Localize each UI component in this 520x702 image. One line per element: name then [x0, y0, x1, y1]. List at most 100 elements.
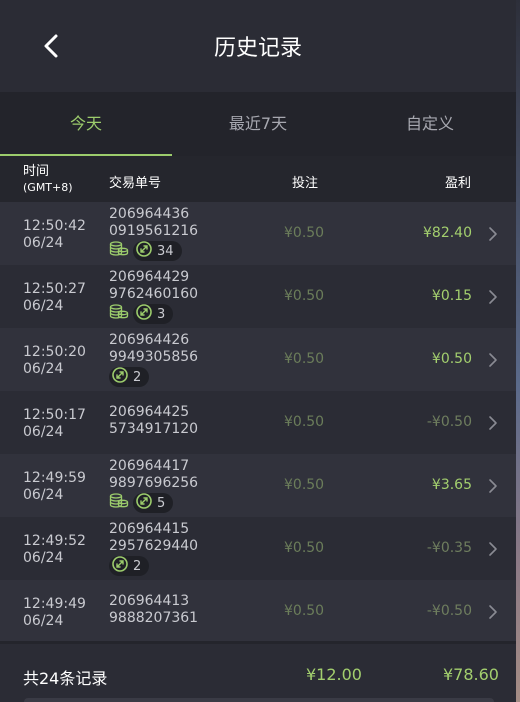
spin-arrows-icon [111, 366, 129, 389]
free-spin-badge: 5 [133, 492, 174, 515]
column-header-time: 时间 (GMT+8) [23, 164, 73, 196]
back-arrow-icon[interactable] [34, 28, 70, 64]
record-profit: -¥0.50 [426, 603, 472, 619]
coin-stack-icon [109, 492, 129, 515]
free-spin-badge: 3 [133, 303, 174, 326]
record-time-clock: 12:50:27 [23, 281, 86, 297]
record-row[interactable]: 12:50:20 06/24 206964426 9949305856 2 ¥0.50 ¥0… [0, 328, 516, 391]
record-time-clock: 12:50:17 [23, 407, 86, 423]
free-spin-count: 34 [157, 243, 174, 259]
tab-today[interactable]: 今天 [0, 92, 172, 156]
coin-stack-icon [109, 303, 129, 326]
record-profit: ¥0.50 [431, 351, 472, 367]
record-profit: ¥82.40 [423, 225, 472, 241]
record-row[interactable]: 12:49:52 06/24 206964415 2957629440 2 ¥0.50 -¥… [0, 517, 516, 580]
record-profit: ¥0.15 [431, 288, 472, 304]
record-row[interactable]: 12:49:59 06/24 206964417 9897696256 5 ¥0.50 ¥3… [0, 454, 516, 517]
column-header-bet: 投注 [292, 176, 319, 191]
page-title: 历史记录 [213, 36, 302, 61]
coin-stack-icon [109, 240, 129, 263]
record-row[interactable]: 12:50:17 06/24 206964425 5734917120 ¥0.50 -¥0… [0, 391, 516, 454]
record-time-clock: 12:49:52 [23, 533, 86, 549]
record-badges: 2 [109, 555, 198, 578]
record-badges: 2 [109, 366, 198, 389]
record-badges: 3 [109, 303, 198, 326]
record-time: 12:50:27 06/24 [23, 281, 86, 315]
record-bet: ¥0.50 [284, 351, 325, 367]
record-bet: ¥0.50 [284, 288, 325, 304]
free-spin-count: 2 [133, 558, 142, 574]
spin-arrows-icon [135, 240, 153, 263]
record-order-number: 206964417 9897696256 5 [109, 458, 198, 513]
column-header-time-label: 时间 [23, 164, 50, 179]
history-screen: 历史记录 今天 最近7天 自定义 时间 (GMT+8) 交易单号 投注 盈利 1… [0, 0, 516, 702]
column-header-timezone: (GMT+8) [23, 181, 73, 194]
record-profit: ¥3.65 [431, 477, 472, 493]
record-time-clock: 12:49:59 [23, 470, 86, 486]
order-number-line1: 206964417 [109, 458, 190, 474]
record-time: 12:49:49 06/24 [23, 596, 86, 630]
record-badges: 5 [109, 492, 198, 515]
order-number-line2: 9897696256 [109, 475, 199, 491]
record-badges: 34 [109, 240, 198, 263]
order-number-line2: 9888207361 [109, 610, 199, 626]
column-header-profit: 盈利 [445, 176, 472, 191]
record-bet: ¥0.50 [284, 477, 325, 493]
record-time-clock: 12:49:49 [23, 596, 86, 612]
record-order-number: 206964413 9888207361 [109, 593, 198, 627]
record-profit: -¥0.50 [426, 414, 472, 430]
free-spin-count: 3 [157, 306, 166, 322]
order-number-line2: 5734917120 [109, 421, 199, 437]
record-time: 12:49:52 06/24 [23, 533, 86, 567]
order-number-line1: 206964425 [109, 404, 190, 420]
free-spin-badge: 2 [109, 555, 150, 578]
record-date: 06/24 [23, 487, 64, 503]
order-number-line1: 206964436 [109, 206, 190, 222]
record-order-number: 206964425 5734917120 [109, 404, 198, 438]
summary-footer: 共24条记录 ¥12.00 ¥78.60 [0, 641, 516, 702]
free-spin-badge: 34 [133, 240, 182, 263]
record-profit: -¥0.35 [426, 540, 472, 556]
record-time: 12:50:42 06/24 [23, 218, 86, 252]
order-number-line2: 9949305856 [109, 349, 199, 365]
records-list: 12:50:42 06/24 206964436 0919561216 34 ¥0.50 ¥… [0, 202, 516, 643]
order-number-line2: 9762460160 [109, 286, 199, 302]
record-date: 06/24 [23, 235, 64, 251]
record-date: 06/24 [23, 613, 64, 629]
order-number-line2: 2957629440 [109, 538, 199, 554]
bottom-handle-bar [24, 698, 494, 702]
record-time: 12:50:20 06/24 [23, 344, 86, 378]
tab-custom[interactable]: 自定义 [344, 92, 516, 156]
record-row[interactable]: 12:50:27 06/24 206964429 9762460160 3 ¥0.50 ¥0… [0, 265, 516, 328]
record-bet: ¥0.50 [284, 414, 325, 430]
record-bet: ¥0.50 [284, 540, 325, 556]
date-range-tabs: 今天 最近7天 自定义 [0, 92, 516, 156]
free-spin-badge: 2 [109, 366, 150, 389]
record-date: 06/24 [23, 361, 64, 377]
order-number-line1: 206964426 [109, 332, 190, 348]
total-profit: ¥78.60 [443, 665, 499, 684]
record-date: 06/24 [23, 424, 64, 440]
spin-arrows-icon [135, 492, 153, 515]
record-order-number: 206964426 9949305856 2 [109, 332, 198, 387]
spin-arrows-icon [111, 555, 129, 578]
free-spin-count: 2 [133, 369, 142, 385]
order-number-line2: 0919561216 [109, 223, 199, 239]
window-edge-decoration [516, 0, 520, 702]
spin-arrows-icon [135, 303, 153, 326]
order-number-line1: 206964413 [109, 593, 190, 609]
record-row[interactable]: 12:50:42 06/24 206964436 0919561216 34 ¥0.50 ¥… [0, 202, 516, 265]
record-count: 共24条记录 [23, 669, 108, 688]
record-row[interactable]: 12:49:49 06/24 206964413 9888207361 ¥0.50 -¥0… [0, 580, 516, 643]
record-time: 12:49:59 06/24 [23, 470, 86, 504]
order-number-line1: 206964415 [109, 521, 190, 537]
tab-last-7-days[interactable]: 最近7天 [172, 92, 344, 156]
top-bar: 历史记录 [0, 0, 516, 92]
record-order-number: 206964429 9762460160 3 [109, 269, 198, 324]
free-spin-count: 5 [157, 495, 166, 511]
record-order-number: 206964415 2957629440 2 [109, 521, 198, 576]
record-bet: ¥0.50 [284, 225, 325, 241]
record-time-clock: 12:50:20 [23, 344, 86, 360]
record-bet: ¥0.50 [284, 603, 325, 619]
record-order-number: 206964436 0919561216 34 [109, 206, 198, 261]
